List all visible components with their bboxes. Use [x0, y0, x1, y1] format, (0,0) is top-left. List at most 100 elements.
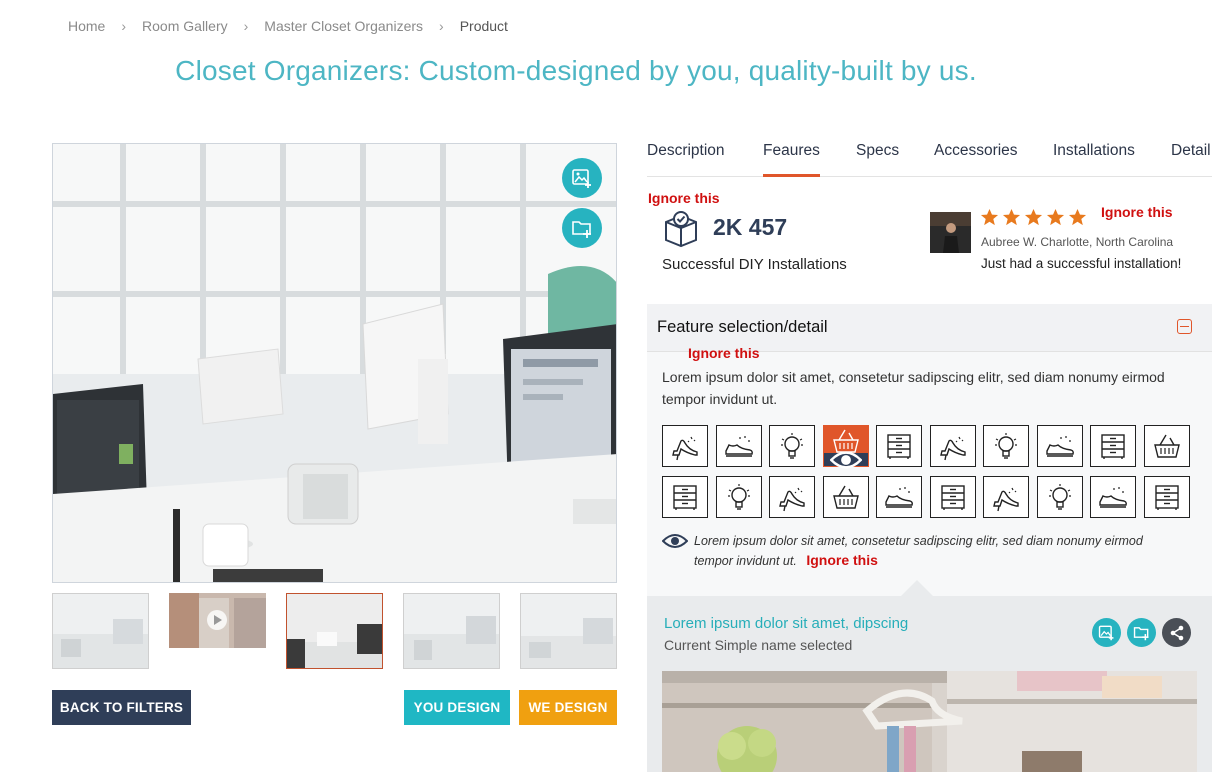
folder-plus-icon: [1133, 627, 1149, 641]
add-folder-button[interactable]: [562, 208, 602, 248]
feature-option-lightbulb[interactable]: [715, 476, 762, 518]
thumbnail-4[interactable]: [403, 593, 500, 669]
feature-option-sneaker[interactable]: [715, 425, 762, 467]
main-product-photo: [52, 143, 617, 583]
you-design-button[interactable]: YOU DESIGN: [404, 690, 510, 725]
we-design-button[interactable]: WE DESIGN: [519, 690, 617, 725]
feature-option-lightbulb[interactable]: [1036, 476, 1083, 518]
feature-option-drawer[interactable]: [1090, 425, 1136, 467]
box-check-icon: [665, 211, 697, 248]
eye-icon: [829, 450, 862, 469]
star-icon: [1068, 208, 1087, 226]
thumbnail-1[interactable]: [52, 593, 149, 669]
feature-option-basket[interactable]: [1143, 425, 1190, 467]
feature-option-drawer[interactable]: [929, 476, 976, 518]
feature-option-basket[interactable]: [822, 425, 869, 469]
sneaker-icon: [1099, 487, 1127, 508]
installations-label: Successful DIY Installations: [662, 256, 847, 273]
collapse-icon[interactable]: [1177, 319, 1192, 334]
reviewer-name: Aubree W. Charlotte, North Carolina: [981, 235, 1174, 249]
thumbnail-5[interactable]: [520, 593, 617, 669]
feature-option-heel-shoe[interactable]: [983, 476, 1029, 518]
selected-item-subtitle: Current Simple name selected: [664, 637, 853, 653]
drawer-icon: [887, 434, 911, 459]
image-plus-icon: [572, 169, 591, 188]
tab-specs[interactable]: Specs: [856, 142, 899, 177]
page-title: Closet Organizers: Custom-designed by yo…: [175, 55, 977, 86]
panel-caret: [901, 580, 933, 596]
review-text: Just had a successful installation!: [981, 256, 1182, 271]
heel-shoe-icon: [939, 436, 966, 461]
annotation-note: Ignore this: [1101, 204, 1173, 220]
feature-option-basket[interactable]: [822, 476, 869, 518]
breadcrumb-product: Product: [459, 18, 508, 34]
feature-option-lightbulb[interactable]: [769, 425, 815, 467]
add-folder-button[interactable]: [1127, 618, 1156, 647]
breadcrumb-master-closet[interactable]: Master Closet Organizers: [264, 18, 423, 34]
share-button[interactable]: [1162, 618, 1191, 647]
back-to-filters-button[interactable]: BACK TO FILTERS: [52, 690, 191, 725]
breadcrumb-room-gallery[interactable]: Room Gallery: [142, 18, 228, 34]
feature-option-lightbulb[interactable]: [983, 425, 1029, 467]
share-icon: [1170, 625, 1183, 640]
breadcrumb-separator: ›: [439, 18, 444, 34]
star-icon: [1002, 208, 1021, 226]
basket-icon: [1153, 434, 1180, 458]
image-plus-icon: [1098, 625, 1114, 641]
breadcrumb-separator: ›: [243, 18, 249, 34]
sneaker-icon: [1045, 436, 1074, 457]
breadcrumb-separator: ›: [121, 18, 127, 34]
star-icon: [1046, 208, 1065, 226]
feature-option-sneaker[interactable]: [876, 476, 922, 518]
tab-accessories[interactable]: Accessories: [934, 142, 1018, 177]
feature-legend-text: Lorem ipsum dolor sit amet, consetetur s…: [694, 534, 1143, 568]
basket-icon: [832, 485, 859, 509]
breadcrumb-home[interactable]: Home: [68, 18, 105, 34]
breadcrumb: Home › Room Gallery › Master Closet Orga…: [68, 16, 508, 36]
review-stars: [980, 208, 1087, 227]
feature-option-sneaker[interactable]: [1090, 476, 1136, 518]
feature-option-drawer[interactable]: [662, 476, 708, 518]
feature-option-heel-shoe[interactable]: [769, 476, 815, 518]
selected-item-photo: [662, 671, 1197, 772]
feature-option-heel-shoe[interactable]: [662, 425, 708, 467]
drawer-icon: [1101, 434, 1125, 459]
feature-option-sneaker[interactable]: [1036, 425, 1083, 467]
sneaker-icon: [724, 436, 753, 457]
add-image-button[interactable]: [562, 158, 602, 198]
feature-option-drawer[interactable]: [876, 425, 922, 467]
annotation-note: Ignore this: [688, 345, 760, 361]
star-icon: [1024, 208, 1043, 226]
feature-option-heel-shoe[interactable]: [929, 425, 976, 467]
tab-installations[interactable]: Installations: [1053, 142, 1135, 177]
thumbnail-video[interactable]: [169, 593, 266, 648]
sneaker-icon: [885, 487, 913, 508]
drawer-icon: [940, 485, 965, 510]
feature-description: Lorem ipsum dolor sit amet, consetetur s…: [662, 369, 1165, 407]
add-image-button[interactable]: [1092, 618, 1121, 647]
feature-icon-grid: [662, 425, 1192, 519]
lightbulb-icon: [781, 433, 803, 459]
heel-shoe-icon: [672, 436, 698, 461]
lightbulb-icon: [995, 433, 1017, 459]
tab-description[interactable]: Description: [647, 142, 725, 177]
installations-count: 2K 457: [713, 214, 788, 240]
lightbulb-icon: [727, 484, 750, 510]
tab-detail[interactable]: Detail: [1171, 142, 1211, 177]
heel-shoe-icon: [779, 487, 805, 512]
drawer-icon: [673, 485, 697, 510]
feature-legend: Lorem ipsum dolor sit amet, consetetur s…: [694, 532, 1184, 571]
drawer-icon: [1154, 485, 1179, 510]
product-tabs: Description Feaures Specs Accessories In…: [647, 142, 1212, 177]
selected-indicator: [823, 450, 868, 469]
thumbnail-strip: [52, 593, 617, 669]
annotation-note: Ignore this: [648, 190, 720, 206]
feature-option-drawer[interactable]: [1143, 476, 1190, 518]
thumbnail-3-active[interactable]: [286, 593, 383, 669]
tab-features[interactable]: Feaures: [763, 142, 820, 177]
heel-shoe-icon: [993, 487, 1019, 512]
feature-panel-title: Feature selection/detail: [657, 318, 828, 336]
office-photo: [53, 144, 616, 582]
folder-plus-icon: [572, 221, 591, 238]
reviewer-avatar: [930, 212, 971, 253]
